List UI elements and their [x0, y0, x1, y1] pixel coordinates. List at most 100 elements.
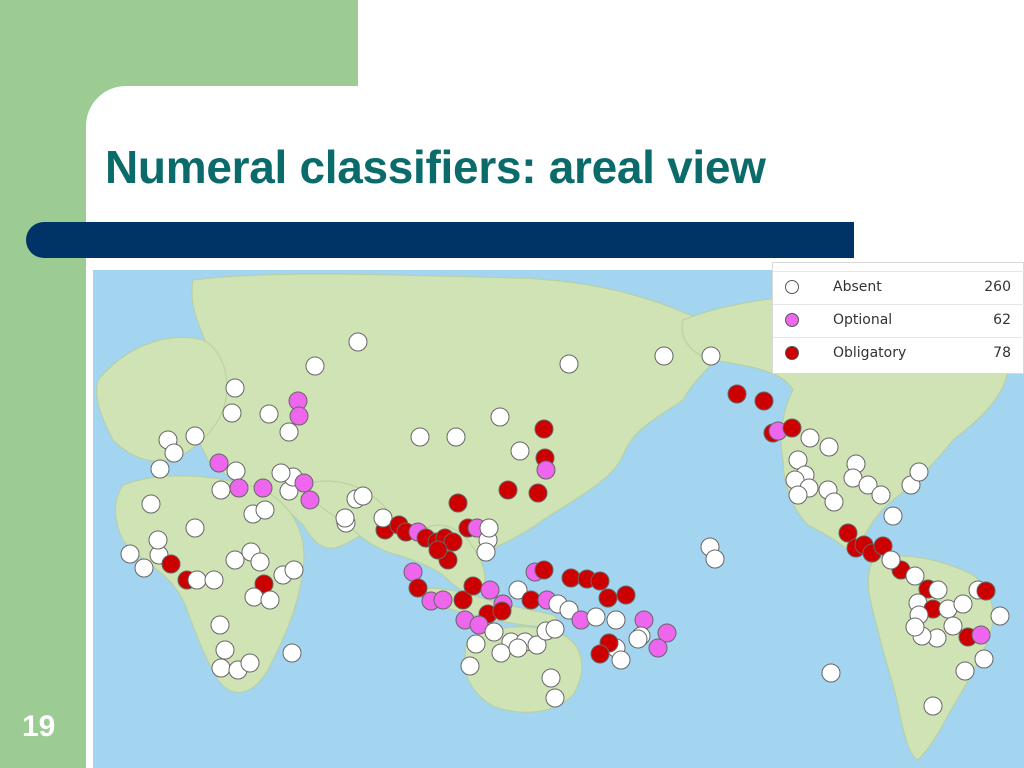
marker-optional[interactable]	[971, 625, 991, 645]
marker-obligatory[interactable]	[727, 384, 747, 404]
marker-absent[interactable]	[974, 649, 994, 669]
marker-absent[interactable]	[211, 658, 231, 678]
marker-absent[interactable]	[905, 617, 925, 637]
marker-optional[interactable]	[289, 406, 309, 426]
marker-absent[interactable]	[824, 492, 844, 512]
marker-absent[interactable]	[225, 550, 245, 570]
marker-absent[interactable]	[150, 459, 170, 479]
marker-optional[interactable]	[209, 453, 229, 473]
legend-item-optional[interactable]: Optional 62	[773, 304, 1024, 337]
marker-absent[interactable]	[508, 638, 528, 658]
marker-absent[interactable]	[491, 643, 511, 663]
marker-absent[interactable]	[928, 580, 948, 600]
marker-absent[interactable]	[466, 634, 486, 654]
marker-absent[interactable]	[628, 629, 648, 649]
marker-absent[interactable]	[255, 500, 275, 520]
marker-optional[interactable]	[480, 580, 500, 600]
marker-absent[interactable]	[821, 663, 841, 683]
marker-obligatory[interactable]	[782, 418, 802, 438]
marker-absent[interactable]	[284, 560, 304, 580]
marker-absent[interactable]	[943, 616, 963, 636]
marker-absent[interactable]	[185, 518, 205, 538]
marker-optional[interactable]	[634, 610, 654, 630]
marker-obligatory[interactable]	[598, 588, 618, 608]
marker-optional[interactable]	[253, 478, 273, 498]
marker-absent[interactable]	[226, 461, 246, 481]
marker-obligatory[interactable]	[534, 560, 554, 580]
marker-obligatory[interactable]	[561, 568, 581, 588]
marker-absent[interactable]	[705, 549, 725, 569]
marker-obligatory[interactable]	[590, 571, 610, 591]
marker-absent[interactable]	[881, 550, 901, 570]
marker-absent[interactable]	[271, 463, 291, 483]
marker-obligatory[interactable]	[754, 391, 774, 411]
marker-absent[interactable]	[476, 542, 496, 562]
marker-obligatory[interactable]	[463, 576, 483, 596]
marker-absent[interactable]	[215, 640, 235, 660]
marker-absent[interactable]	[586, 607, 606, 627]
marker-obligatory[interactable]	[590, 644, 610, 664]
marker-optional[interactable]	[433, 590, 453, 610]
marker-absent[interactable]	[348, 332, 368, 352]
marker-obligatory[interactable]	[521, 590, 541, 610]
marker-absent[interactable]	[187, 570, 207, 590]
marker-absent[interactable]	[923, 696, 943, 716]
marker-absent[interactable]	[410, 427, 430, 447]
marker-absent[interactable]	[211, 480, 231, 500]
marker-absent[interactable]	[222, 403, 242, 423]
marker-absent[interactable]	[606, 610, 626, 630]
marker-absent[interactable]	[788, 485, 808, 505]
legend-item-obligatory[interactable]: Obligatory 78	[773, 337, 1024, 370]
marker-absent[interactable]	[819, 437, 839, 457]
marker-obligatory[interactable]	[528, 483, 548, 503]
marker-absent[interactable]	[259, 404, 279, 424]
marker-absent[interactable]	[164, 443, 184, 463]
marker-absent[interactable]	[279, 422, 299, 442]
marker-obligatory[interactable]	[492, 601, 512, 621]
marker-absent[interactable]	[335, 508, 355, 528]
marker-absent[interactable]	[225, 378, 245, 398]
marker-obligatory[interactable]	[534, 419, 554, 439]
marker-absent[interactable]	[654, 346, 674, 366]
marker-absent[interactable]	[210, 615, 230, 635]
marker-absent[interactable]	[204, 570, 224, 590]
marker-absent[interactable]	[800, 428, 820, 448]
marker-absent[interactable]	[955, 661, 975, 681]
marker-absent[interactable]	[990, 606, 1010, 626]
marker-absent[interactable]	[141, 494, 161, 514]
marker-absent[interactable]	[148, 530, 168, 550]
marker-absent[interactable]	[701, 346, 721, 366]
marker-obligatory[interactable]	[498, 480, 518, 500]
marker-absent[interactable]	[545, 619, 565, 639]
marker-absent[interactable]	[353, 486, 373, 506]
marker-absent[interactable]	[490, 407, 510, 427]
marker-absent[interactable]	[545, 688, 565, 708]
marker-absent[interactable]	[611, 650, 631, 670]
marker-absent[interactable]	[120, 544, 140, 564]
marker-obligatory[interactable]	[161, 554, 181, 574]
marker-absent[interactable]	[446, 427, 466, 447]
marker-optional[interactable]	[229, 478, 249, 498]
marker-absent[interactable]	[305, 356, 325, 376]
marker-absent[interactable]	[460, 656, 480, 676]
marker-obligatory[interactable]	[616, 585, 636, 605]
marker-absent[interactable]	[244, 587, 264, 607]
marker-optional[interactable]	[300, 490, 320, 510]
marker-obligatory[interactable]	[428, 540, 448, 560]
legend-item-absent[interactable]: Absent 260	[773, 271, 1024, 304]
marker-absent[interactable]	[373, 508, 393, 528]
marker-absent[interactable]	[185, 426, 205, 446]
marker-optional[interactable]	[536, 460, 556, 480]
marker-absent[interactable]	[510, 441, 530, 461]
marker-obligatory[interactable]	[448, 493, 468, 513]
marker-optional[interactable]	[294, 473, 314, 493]
marker-optional[interactable]	[403, 562, 423, 582]
marker-absent[interactable]	[260, 590, 280, 610]
marker-optional[interactable]	[648, 638, 668, 658]
marker-absent[interactable]	[909, 462, 929, 482]
marker-absent[interactable]	[282, 643, 302, 663]
marker-absent[interactable]	[953, 594, 973, 614]
marker-absent[interactable]	[883, 506, 903, 526]
marker-absent[interactable]	[541, 668, 561, 688]
marker-absent[interactable]	[134, 558, 154, 578]
